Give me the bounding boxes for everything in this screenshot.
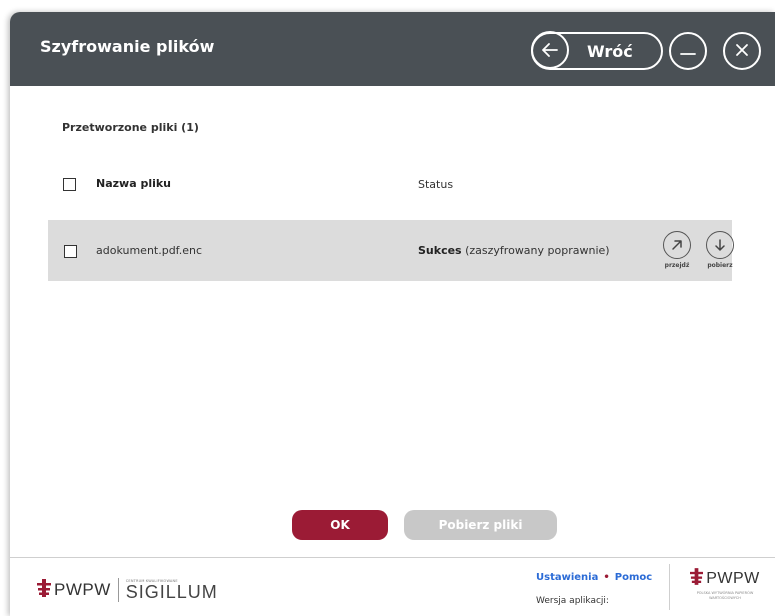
section-title: Przetworzone pliki (1) <box>62 121 199 134</box>
brand-product: SIGILLUM <box>125 582 218 602</box>
table-row: adokument.pdf.enc Sukces (zaszyfrowany p… <box>48 220 734 281</box>
minimize-button[interactable] <box>669 32 707 70</box>
logo-divider <box>117 578 119 602</box>
back-button[interactable]: Wróć <box>531 31 663 70</box>
download-file-button[interactable]: pobierz <box>700 231 740 269</box>
settings-link[interactable]: Ustawienia <box>536 572 598 583</box>
ok-button[interactable]: OK <box>292 510 388 540</box>
app-window: Szyfrowanie plików Wróć Przetworzone pli… <box>10 12 775 616</box>
separator-dot: • <box>603 572 610 583</box>
minimize-icon <box>679 40 697 62</box>
window-header: Szyfrowanie plików Wróć <box>10 12 775 86</box>
window-title: Szyfrowanie plików <box>40 37 215 56</box>
brand-left: PWPW <box>54 580 111 599</box>
back-label: Wróć <box>587 41 633 61</box>
close-icon <box>735 42 749 61</box>
footer-divider <box>669 564 670 610</box>
brand-right-sub: POLSKA WYTWÓRNIA PAPIERÓW WARTOŚCIOWYCH <box>696 591 754 600</box>
brand-right: PWPW <box>706 569 760 587</box>
help-link[interactable]: Pomoc <box>615 572 652 583</box>
column-header-status: Status <box>418 178 454 191</box>
select-all-checkbox[interactable] <box>63 178 76 191</box>
status-result: Sukces <box>418 244 462 257</box>
go-label: przejdź <box>664 262 690 269</box>
download-all-button[interactable]: Pobierz pliki <box>404 510 557 540</box>
pwpw-logo-icon <box>37 579 51 601</box>
go-to-file-button[interactable]: przejdź <box>657 231 697 269</box>
close-button[interactable] <box>723 32 761 70</box>
arrow-up-right-icon <box>663 231 691 259</box>
status-detail: (zaszyfrowany poprawnie) <box>465 244 610 257</box>
file-name: adokument.pdf.enc <box>96 244 203 257</box>
footer-links: Ustawienia • Pomoc <box>536 572 652 583</box>
pwpw-sigillum-logo: PWPW CENTRUM KWALIFIKOWANE SIGILLUM <box>37 578 218 602</box>
footer: PWPW CENTRUM KWALIFIKOWANE SIGILLUM Usta… <box>10 557 775 616</box>
arrow-down-icon <box>706 231 734 259</box>
app-version: Wersja aplikacji: <box>536 596 609 606</box>
pwpw-logo-icon <box>690 568 704 589</box>
column-header-name: Nazwa pliku <box>96 177 172 190</box>
row-checkbox[interactable] <box>64 245 77 258</box>
arrow-left-icon <box>531 31 569 69</box>
pwpw-logo: PWPW POLSKA WYTWÓRNIA PAPIERÓW WARTOŚCIO… <box>688 568 762 601</box>
download-label: pobierz <box>707 262 733 269</box>
status-text: Sukces (zaszyfrowany poprawnie) <box>418 244 610 257</box>
